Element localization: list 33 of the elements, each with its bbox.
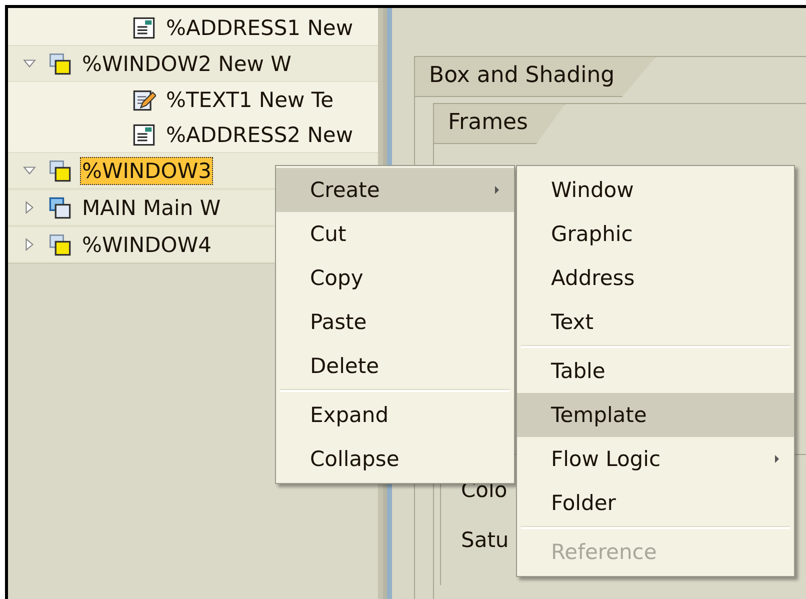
pencil-document-icon bbox=[132, 88, 156, 112]
menu-item[interactable]: Address bbox=[517, 256, 794, 300]
window-icon bbox=[48, 196, 72, 220]
menu-item[interactable]: Table bbox=[517, 349, 794, 393]
tab[interactable]: Frames bbox=[434, 104, 566, 144]
tree-item[interactable]: %ADDRESS1 New bbox=[164, 14, 356, 42]
menu-item[interactable]: Template bbox=[517, 393, 794, 437]
window-icon bbox=[48, 232, 72, 256]
document-icon bbox=[132, 16, 156, 40]
expanded-arrow-icon[interactable] bbox=[23, 164, 36, 177]
field-label: Satu bbox=[461, 527, 509, 554]
collapsed-arrow-icon[interactable] bbox=[23, 201, 36, 214]
menu-item[interactable]: Text bbox=[517, 300, 794, 344]
menu-item[interactable]: Folder bbox=[517, 481, 794, 525]
expanded-arrow-icon[interactable] bbox=[23, 57, 36, 70]
menu-item[interactable]: Collapse bbox=[276, 437, 514, 481]
menu-item[interactable]: Graphic bbox=[517, 212, 794, 256]
menu-item[interactable]: Cut bbox=[276, 212, 514, 256]
tab[interactable]: Box and Shading bbox=[415, 57, 656, 97]
collapsed-arrow-icon[interactable] bbox=[23, 238, 36, 251]
document-icon bbox=[132, 122, 156, 146]
menu-item[interactable]: Copy bbox=[276, 256, 514, 300]
tree-item[interactable]: %TEXT1 New Te bbox=[164, 86, 336, 114]
menu-item[interactable]: Delete bbox=[276, 344, 514, 388]
menu-item[interactable]: Flow Logic bbox=[517, 437, 794, 481]
menu-item[interactable]: Window bbox=[517, 168, 794, 212]
window-icon bbox=[48, 158, 72, 182]
tree-item[interactable]: %ADDRESS2 New bbox=[164, 120, 356, 148]
menu-item[interactable]: Expand bbox=[276, 393, 514, 437]
menu-item[interactable]: Paste bbox=[276, 300, 514, 344]
menu-item[interactable]: Create bbox=[276, 168, 514, 212]
window-icon bbox=[48, 52, 72, 76]
tree-item[interactable]: %WINDOW3 bbox=[80, 156, 214, 184]
